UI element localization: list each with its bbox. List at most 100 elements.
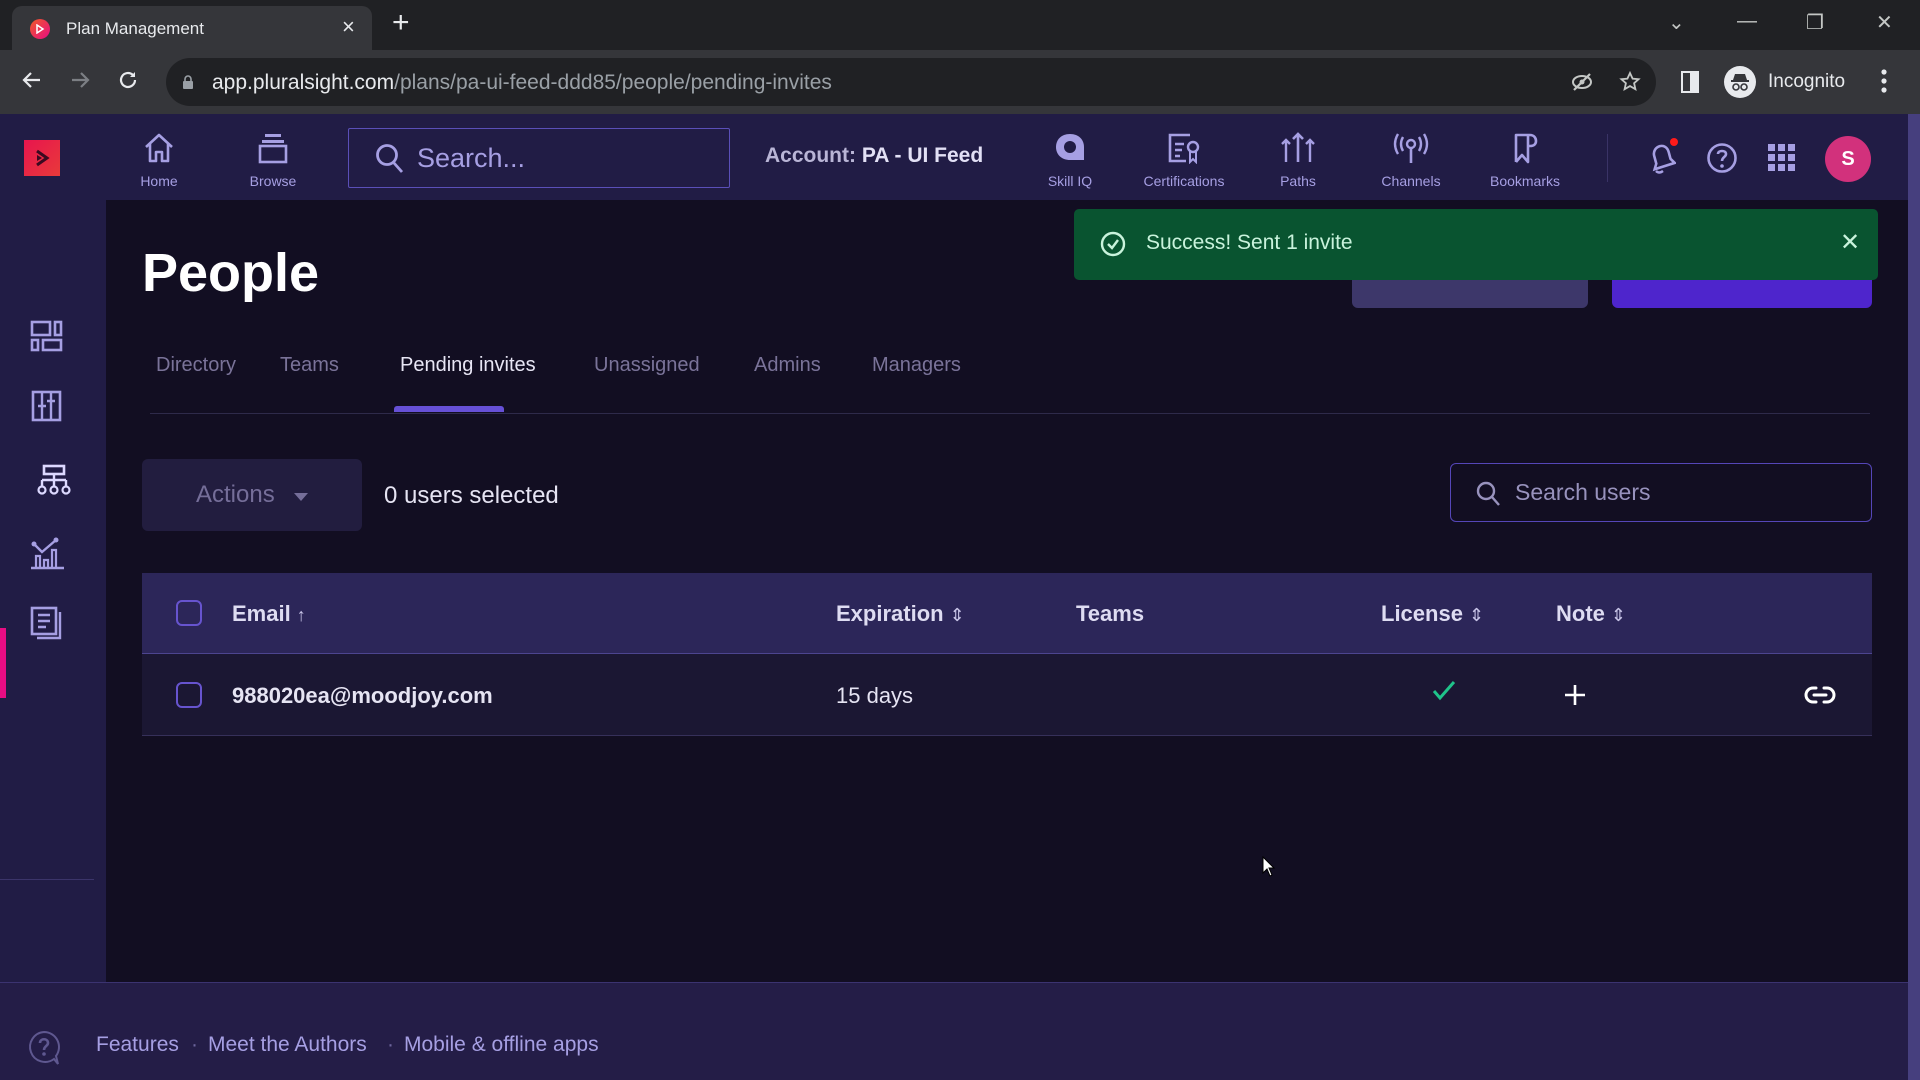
toast-message: Success! Sent 1 invite bbox=[1146, 231, 1353, 254]
url-text[interactable]: app.pluralsight.com/plans/pa-ui-feed-ddd… bbox=[212, 71, 832, 95]
notification-badge bbox=[1670, 138, 1678, 146]
nav-browse[interactable]: Browse bbox=[244, 132, 302, 189]
selected-count: 0 users selected bbox=[384, 482, 559, 509]
mouse-cursor-icon bbox=[1262, 856, 1276, 877]
restore-button[interactable]: ❐ bbox=[1806, 10, 1824, 35]
column-header-license[interactable]: License ⇕ bbox=[1381, 601, 1484, 627]
tab-managers[interactable]: Managers bbox=[872, 354, 961, 377]
footer-separator: · bbox=[387, 1033, 394, 1056]
footer-link-mobile-offline-apps[interactable]: Mobile & offline apps bbox=[404, 1033, 599, 1057]
footer-separator: · bbox=[191, 1033, 198, 1056]
app-search-input[interactable]: Search... bbox=[348, 128, 730, 188]
reports-icon bbox=[30, 606, 62, 640]
tab-search-icon[interactable]: ⌄ bbox=[1668, 10, 1685, 35]
sort-ascending-icon: ↑ bbox=[296, 605, 306, 625]
browser-toolbar: app.pluralsight.com/plans/pa-ui-feed-ddd… bbox=[0, 50, 1920, 114]
caret-down-icon bbox=[294, 493, 308, 501]
tab-pending-invites[interactable]: Pending invites bbox=[400, 354, 536, 377]
browse-icon bbox=[258, 134, 288, 164]
sort-icon: ⇕ bbox=[1468, 605, 1485, 625]
column-header-email[interactable]: Email ↑ bbox=[232, 601, 306, 627]
nav-certifications[interactable]: Certifications bbox=[1136, 132, 1232, 189]
side-panel-icon[interactable] bbox=[1680, 70, 1700, 94]
active-tab-indicator bbox=[394, 406, 504, 412]
browser-menu-icon[interactable] bbox=[1880, 68, 1888, 94]
pluralsight-logo[interactable] bbox=[24, 140, 60, 176]
table-row: 988020ea@moodjoy.com 15 days bbox=[142, 654, 1872, 736]
pluralsight-logo-icon bbox=[36, 149, 50, 167]
tab-title: Plan Management bbox=[66, 19, 204, 38]
nav-bookmarks[interactable]: Bookmarks bbox=[1488, 132, 1562, 189]
skill-iq-icon bbox=[1056, 134, 1084, 160]
toast-close-icon[interactable]: ✕ bbox=[1840, 228, 1860, 257]
left-sidebar bbox=[0, 200, 106, 982]
nav-divider bbox=[1607, 134, 1608, 182]
people-hierarchy-icon bbox=[37, 464, 71, 495]
user-avatar[interactable]: S bbox=[1825, 136, 1871, 182]
select-all-checkbox[interactable] bbox=[176, 600, 202, 626]
home-icon bbox=[145, 133, 173, 163]
add-note-icon[interactable] bbox=[1563, 683, 1587, 707]
certifications-icon bbox=[1168, 133, 1200, 165]
column-header-note[interactable]: Note ⇕ bbox=[1556, 601, 1626, 627]
account-label: Account: PA - UI Feed bbox=[765, 144, 984, 167]
profile-button[interactable]: Incognito bbox=[1718, 58, 1860, 106]
footer-link-features[interactable]: Features bbox=[96, 1033, 179, 1057]
tab-close-icon[interactable]: × bbox=[342, 15, 355, 39]
profile-label: Incognito bbox=[1768, 71, 1846, 92]
paths-icon bbox=[1281, 132, 1315, 162]
actions-dropdown[interactable]: Actions bbox=[142, 459, 362, 531]
plan-icon bbox=[31, 390, 62, 422]
sidebar-item-plan[interactable] bbox=[0, 372, 106, 444]
tab-teams[interactable]: Teams bbox=[280, 354, 339, 377]
sidebar-item-reports[interactable] bbox=[0, 588, 106, 660]
sidebar-divider bbox=[0, 879, 94, 880]
address-bar[interactable]: app.pluralsight.com/plans/pa-ui-feed-ddd… bbox=[166, 58, 1656, 106]
invite-email: 988020ea@moodjoy.com bbox=[232, 683, 493, 708]
window-close-button[interactable]: ✕ bbox=[1876, 10, 1893, 35]
app-top-nav: Home Browse Search... Account: PA - UI F… bbox=[0, 114, 1908, 200]
incognito-icon bbox=[1724, 66, 1756, 98]
sidebar-item-analytics[interactable] bbox=[0, 518, 106, 590]
nav-channels[interactable]: Channels bbox=[1378, 132, 1444, 189]
new-tab-button[interactable]: + bbox=[392, 8, 410, 38]
sidebar-item-people[interactable] bbox=[0, 446, 106, 518]
forward-arrow-icon bbox=[72, 72, 90, 88]
column-header-teams: Teams bbox=[1076, 601, 1145, 626]
help-icon[interactable] bbox=[1706, 142, 1738, 174]
reload-icon bbox=[119, 71, 137, 89]
copy-invite-link-icon[interactable] bbox=[1804, 683, 1836, 707]
sidebar-item-dashboard[interactable] bbox=[0, 302, 106, 374]
reload-button[interactable] bbox=[116, 68, 140, 99]
forward-button[interactable] bbox=[68, 68, 92, 99]
column-header-expiration[interactable]: Expiration ⇕ bbox=[836, 601, 965, 627]
analytics-icon bbox=[31, 537, 64, 570]
tab-directory[interactable]: Directory bbox=[156, 354, 236, 377]
bookmark-star-icon[interactable] bbox=[1618, 70, 1642, 94]
browser-tabstrip: Plan Management × + ⌄ — ❐ ✕ bbox=[0, 0, 1920, 50]
bookmarks-icon bbox=[1514, 133, 1538, 164]
nav-paths[interactable]: Paths bbox=[1278, 132, 1318, 189]
footer-link-meet-the-authors[interactable]: Meet the Authors bbox=[208, 1033, 367, 1057]
lock-icon bbox=[183, 75, 193, 89]
tracking-protection-eye-off-icon[interactable] bbox=[1570, 70, 1594, 94]
page-title: People bbox=[142, 243, 320, 303]
tab-admins[interactable]: Admins bbox=[754, 354, 821, 377]
sort-icon: ⇕ bbox=[1610, 605, 1626, 625]
page-scrollbar[interactable] bbox=[1908, 114, 1920, 1080]
browser-tab[interactable]: Plan Management × bbox=[12, 6, 372, 50]
invite-expiration: 15 days bbox=[836, 683, 914, 708]
tabs-divider bbox=[150, 413, 1870, 414]
search-users-input[interactable]: Search users bbox=[1450, 463, 1872, 522]
minimize-button[interactable]: — bbox=[1737, 10, 1757, 33]
help-chat-icon[interactable] bbox=[26, 1029, 62, 1067]
nav-skill-iq[interactable]: Skill IQ bbox=[1040, 132, 1100, 189]
dashboard-icon bbox=[30, 320, 63, 352]
back-button[interactable] bbox=[20, 68, 44, 99]
nav-home[interactable]: Home bbox=[134, 132, 184, 189]
apps-grid-icon[interactable] bbox=[1768, 144, 1796, 172]
back-arrow-icon bbox=[22, 72, 40, 88]
tab-unassigned[interactable]: Unassigned bbox=[594, 354, 700, 377]
search-icon bbox=[1476, 481, 1500, 506]
row-checkbox[interactable] bbox=[176, 682, 202, 708]
